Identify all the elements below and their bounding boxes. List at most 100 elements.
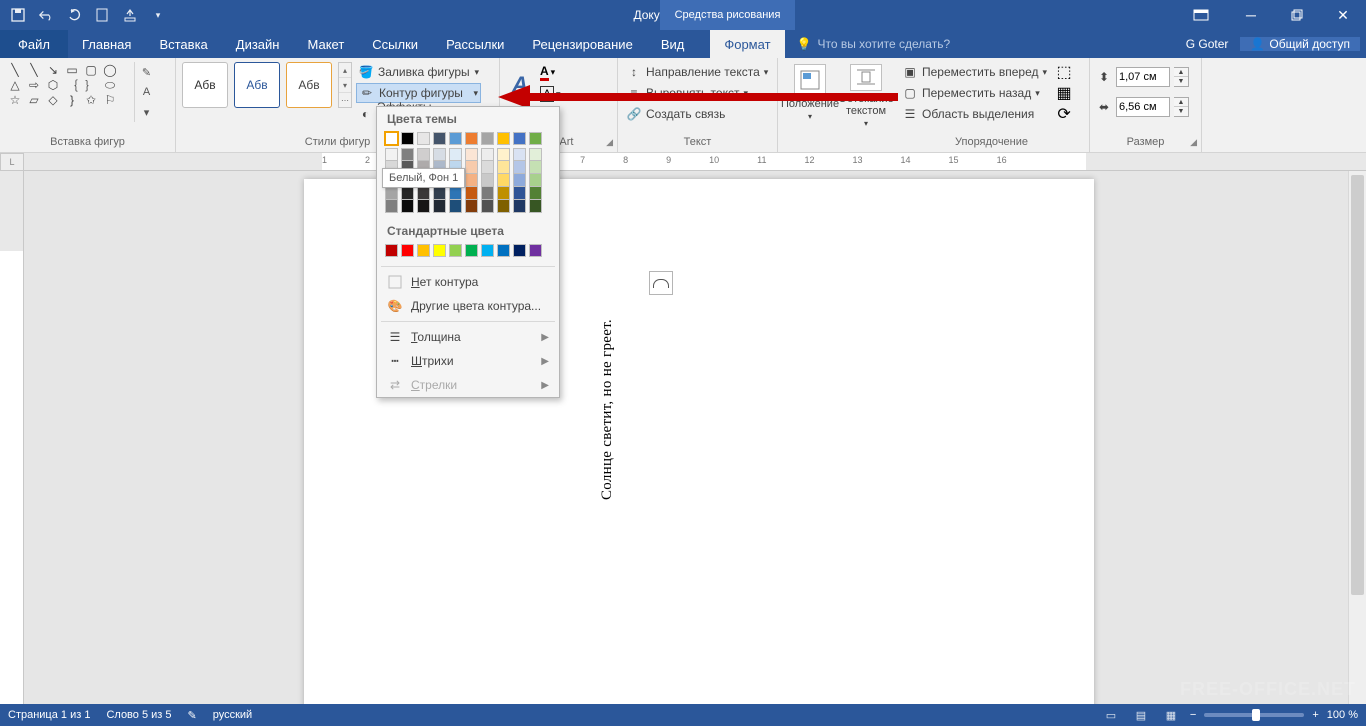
group-button[interactable]: ▦	[1053, 83, 1075, 103]
theme-shade-swatch[interactable]	[481, 174, 494, 187]
align-text-button[interactable]: ≡Выровнять текст▾	[624, 83, 770, 103]
shape-lbrace-icon[interactable]: ｛	[65, 79, 79, 91]
read-mode-icon[interactable]: ▭	[1100, 707, 1122, 723]
theme-shade-swatch[interactable]	[417, 148, 430, 161]
position-button[interactable]: Положение ▾	[784, 62, 836, 128]
standard-color-swatch[interactable]	[401, 244, 414, 257]
vertical-textbox-text[interactable]: Солнце светит, но не греет.	[599, 319, 616, 500]
theme-shade-swatch[interactable]	[481, 161, 494, 174]
theme-shade-swatch[interactable]	[529, 174, 542, 187]
web-layout-icon[interactable]: ▦	[1160, 707, 1182, 723]
theme-shade-swatch[interactable]	[465, 161, 478, 174]
tab-review[interactable]: Рецензирование	[518, 30, 646, 58]
edit-shape-icon[interactable]: ✎	[135, 62, 158, 82]
qat-more-icon[interactable]: ▾	[150, 7, 166, 23]
shape-callout-icon[interactable]: ⬭	[103, 79, 117, 91]
status-words[interactable]: Слово 5 из 5	[106, 709, 171, 721]
theme-shade-swatch[interactable]	[529, 148, 542, 161]
more-colors-item[interactable]: 🎨Другие цвета контура...	[377, 294, 559, 318]
shapes-more-icon[interactable]: ▾	[135, 102, 158, 122]
height-input[interactable]	[1116, 67, 1170, 87]
close-button[interactable]: ✕	[1320, 0, 1366, 30]
layout-options-icon[interactable]	[649, 271, 673, 295]
theme-color-swatch[interactable]	[449, 132, 462, 145]
shape-brace2-icon[interactable]: }	[65, 94, 79, 106]
shape-triangle-icon[interactable]: △	[8, 79, 22, 91]
styles-gallery-expand[interactable]: ▴▾⋯	[338, 62, 352, 108]
theme-shade-swatch[interactable]	[385, 187, 398, 200]
standard-color-swatch[interactable]	[449, 244, 462, 257]
weight-item[interactable]: ☰Толщина▶	[377, 325, 559, 349]
shape-oval-icon[interactable]: ◯	[103, 64, 117, 76]
ribbon-display-options-icon[interactable]	[1186, 0, 1216, 30]
shape-star-icon[interactable]: ☆	[8, 94, 22, 106]
shapes-gallery[interactable]: ╲╲↘▭▢◯ △⇨⬡｛｝⬭ ☆▱◇}✩⚐	[6, 62, 130, 122]
theme-shade-swatch[interactable]	[417, 187, 430, 200]
text-direction-button[interactable]: ↕Направление текста▾	[624, 62, 770, 82]
theme-color-swatch[interactable]	[465, 132, 478, 145]
vertical-scrollbar[interactable]	[1348, 171, 1366, 704]
standard-color-swatch[interactable]	[385, 244, 398, 257]
theme-shade-swatch[interactable]	[497, 187, 510, 200]
vertical-ruler[interactable]	[0, 171, 24, 704]
shape-flowdiamond-icon[interactable]: ◇	[46, 94, 60, 106]
zoom-level[interactable]: 100 %	[1327, 709, 1358, 721]
standard-color-swatch[interactable]	[481, 244, 494, 257]
wordart-quick-styles[interactable]: A	[506, 62, 534, 108]
size-launcher-icon[interactable]: ◢	[1190, 137, 1197, 148]
theme-shade-swatch[interactable]	[417, 200, 430, 213]
tab-mailings[interactable]: Рассылки	[432, 30, 518, 58]
status-page[interactable]: Страница 1 из 1	[8, 709, 90, 721]
align-button[interactable]: ⬚	[1053, 62, 1075, 82]
theme-shade-swatch[interactable]	[513, 200, 526, 213]
maximize-button[interactable]	[1274, 0, 1320, 30]
theme-shade-swatch[interactable]	[529, 187, 542, 200]
minimize-button[interactable]: ─	[1228, 0, 1274, 30]
standard-color-swatch[interactable]	[417, 244, 430, 257]
theme-shade-swatch[interactable]	[465, 148, 478, 161]
theme-color-swatch[interactable]	[401, 132, 414, 145]
tab-references[interactable]: Ссылки	[358, 30, 432, 58]
shape-styles-gallery[interactable]: Абв Абв Абв ▴▾⋯	[182, 62, 352, 108]
no-outline-item[interactable]: Нет контура	[377, 270, 559, 294]
theme-shade-swatch[interactable]	[513, 187, 526, 200]
theme-shade-swatch[interactable]	[401, 187, 414, 200]
standard-color-swatch[interactable]	[513, 244, 526, 257]
undo-icon[interactable]	[38, 7, 54, 23]
horizontal-ruler[interactable]: 12345678910111213141516	[24, 153, 1366, 171]
tab-home[interactable]: Главная	[68, 30, 145, 58]
shape-connector-icon[interactable]: ↘	[46, 64, 60, 76]
width-input[interactable]	[1116, 97, 1170, 117]
tab-view[interactable]: Вид	[647, 30, 699, 58]
height-spinner[interactable]: ▲▼	[1174, 67, 1189, 87]
touch-mode-icon[interactable]	[122, 7, 138, 23]
tab-design[interactable]: Дизайн	[222, 30, 294, 58]
theme-shade-swatch[interactable]	[481, 148, 494, 161]
theme-shade-swatch[interactable]	[481, 187, 494, 200]
shape-line-icon[interactable]: ╲	[8, 64, 22, 76]
spelling-icon[interactable]: ✎	[188, 709, 197, 722]
shape-flowrect-icon[interactable]: ▱	[27, 94, 41, 106]
style-preset-2[interactable]: Абв	[234, 62, 280, 108]
theme-color-swatch[interactable]	[481, 132, 494, 145]
shape-banner-icon[interactable]: ⚐	[103, 94, 117, 106]
theme-shade-swatch[interactable]	[385, 148, 398, 161]
theme-shade-swatch[interactable]	[401, 148, 414, 161]
theme-shade-swatch[interactable]	[385, 200, 398, 213]
text-fill-button[interactable]: A▾	[538, 62, 578, 82]
share-button[interactable]: 👤 Общий доступ	[1240, 37, 1360, 51]
theme-color-swatch[interactable]	[433, 132, 446, 145]
theme-shade-swatch[interactable]	[465, 174, 478, 187]
zoom-slider[interactable]	[1204, 713, 1304, 717]
theme-shade-swatch[interactable]	[449, 200, 462, 213]
theme-shade-swatch[interactable]	[529, 200, 542, 213]
theme-shade-swatch[interactable]	[513, 148, 526, 161]
dashes-item[interactable]: ┅Штрихи▶	[377, 349, 559, 373]
theme-color-swatch[interactable]	[497, 132, 510, 145]
style-preset-3[interactable]: Абв	[286, 62, 332, 108]
theme-shade-swatch[interactable]	[529, 161, 542, 174]
create-link-button[interactable]: 🔗Создать связь	[624, 104, 770, 124]
shape-hex-icon[interactable]: ⬡	[46, 79, 60, 91]
document-area[interactable]: Солнце светит, но не греет.	[24, 171, 1348, 704]
file-tab[interactable]: Файл	[0, 30, 68, 58]
